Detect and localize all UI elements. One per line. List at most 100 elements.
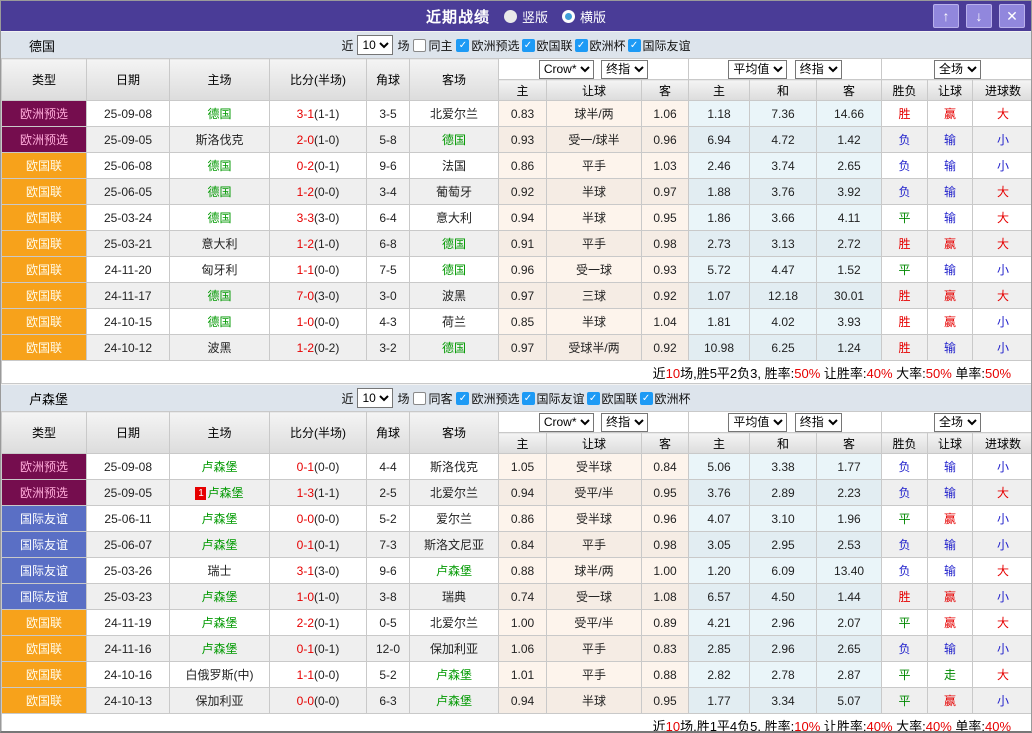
col-avg-draw: 2.89 (750, 480, 817, 506)
scope-select[interactable]: 全场 (934, 413, 981, 432)
move-up-button[interactable]: ↑ (933, 4, 959, 28)
recent-count-select[interactable]: 10 (357, 35, 393, 55)
avg-stage-select[interactable]: 终指 (795, 60, 842, 79)
col-home-team: 德国 (170, 153, 270, 179)
avg-select[interactable]: 平均值 (728, 60, 787, 79)
col-league: 欧国联 (2, 257, 87, 283)
summary-text: 场,胜5平2负3, 胜率: (680, 366, 794, 381)
league-filter-checkbox[interactable]: 欧国联 (522, 37, 573, 54)
recent-count-select[interactable]: 10 (357, 388, 393, 408)
close-button[interactable]: ✕ (999, 4, 1025, 28)
away-team-name: 葡萄牙 (436, 185, 472, 199)
col-odds-away: 0.95 (642, 480, 689, 506)
checkbox-checked-icon[interactable] (640, 392, 653, 405)
league-filter-checkbox[interactable]: 欧洲预选 (456, 37, 519, 54)
col-away-team: 卢森堡 (410, 662, 499, 688)
checkbox-checked-icon[interactable] (575, 39, 588, 52)
col-away-team: 德国 (410, 127, 499, 153)
league-filter-checkbox[interactable]: 欧洲杯 (575, 37, 626, 54)
same-venue-checkbox[interactable]: 同主 (413, 37, 452, 54)
col-score: 7-0(3-0) (270, 283, 367, 309)
col-home-team: 卢森堡 (170, 506, 270, 532)
halftime-score: (0-0) (314, 185, 339, 199)
avg-select-cell: 平均值 终指 (689, 412, 882, 433)
col-score: 1-2(0-2) (270, 335, 367, 361)
col-league: 欧国联 (2, 283, 87, 309)
col-avg-home: 6.57 (689, 584, 750, 610)
summary-text: 10 (666, 366, 680, 381)
header-avg-draw: 和 (750, 433, 817, 454)
league-filter-label: 欧洲预选 (471, 37, 519, 54)
league-filter-checkbox[interactable]: 国际友谊 (628, 37, 691, 54)
away-team-name: 卢森堡 (436, 564, 472, 578)
summary-text: 大率: (893, 719, 926, 733)
col-result: 负 (882, 480, 928, 506)
layout-radio-vertical[interactable]: 竖版 (504, 7, 548, 26)
avg-select[interactable]: 平均值 (728, 413, 787, 432)
checkbox-unchecked-icon[interactable] (413, 39, 426, 52)
fulltime-score: 1-2 (297, 341, 314, 355)
halftime-score: (0-1) (314, 159, 339, 173)
same-venue-checkbox[interactable]: 同客 (413, 390, 452, 407)
col-avg-away: 14.66 (817, 101, 882, 127)
bookmaker-select[interactable]: Crow* (539, 60, 594, 79)
section-luxembourg: 卢森堡 近 10 场 同客 欧洲预选国际友谊欧国联欧洲杯 (1, 384, 1031, 733)
col-odds-home: 1.05 (499, 454, 547, 480)
col-avg-draw: 4.02 (750, 309, 817, 335)
home-team-name: 德国 (207, 159, 231, 173)
col-goals-result: 小 (973, 688, 1032, 714)
col-score: 3-1(1-1) (270, 101, 367, 127)
checkbox-checked-icon[interactable] (456, 39, 469, 52)
away-team-name: 德国 (442, 341, 466, 355)
header-type: 类型 (2, 59, 87, 101)
checkbox-checked-icon[interactable] (456, 392, 469, 405)
checkbox-checked-icon[interactable] (587, 392, 600, 405)
col-date: 25-03-21 (87, 231, 170, 257)
odds-stage-select[interactable]: 终指 (601, 60, 648, 79)
col-home-team: 德国 (170, 309, 270, 335)
league-filter-label: 欧洲杯 (590, 37, 626, 54)
checkbox-checked-icon[interactable] (522, 392, 535, 405)
fulltime-score: 0-1 (297, 538, 314, 552)
halftime-score: (3-0) (314, 564, 339, 578)
col-handicap-result: 输 (928, 257, 973, 283)
col-home-team: 卢森堡 (170, 454, 270, 480)
col-result: 负 (882, 127, 928, 153)
arrow-down-icon: ↓ (976, 8, 983, 24)
col-odds-home: 0.97 (499, 335, 547, 361)
col-result: 平 (882, 688, 928, 714)
col-handicap-result: 输 (928, 636, 973, 662)
checkbox-unchecked-icon[interactable] (413, 392, 426, 405)
radio-ring-icon[interactable] (562, 10, 575, 23)
col-odds-home: 0.93 (499, 127, 547, 153)
league-filter-checkbox[interactable]: 国际友谊 (522, 390, 585, 407)
home-team-name: 保加利亚 (195, 694, 243, 708)
col-avg-draw: 3.66 (750, 205, 817, 231)
layout-radio-horizontal[interactable]: 横版 (562, 7, 606, 26)
col-avg-draw: 3.13 (750, 231, 817, 257)
odds-stage-select[interactable]: 终指 (601, 413, 648, 432)
col-league: 欧洲预选 (2, 454, 87, 480)
avg-stage-select[interactable]: 终指 (795, 413, 842, 432)
away-team-name: 爱尔兰 (436, 512, 472, 526)
radio-filled-icon[interactable] (504, 10, 517, 23)
bookmaker-select[interactable]: Crow* (539, 413, 594, 432)
col-avg-home: 1.81 (689, 309, 750, 335)
col-avg-draw: 4.50 (750, 584, 817, 610)
recent-prefix-label: 近 (341, 37, 353, 54)
halftime-score: (0-1) (314, 538, 339, 552)
away-team-name: 北爱尔兰 (430, 616, 478, 630)
col-handicap-result: 赢 (928, 688, 973, 714)
home-team-name: 卢森堡 (201, 460, 237, 474)
col-league: 欧国联 (2, 179, 87, 205)
move-down-button[interactable]: ↓ (966, 4, 992, 28)
checkbox-checked-icon[interactable] (628, 39, 641, 52)
league-filter-checkbox[interactable]: 欧洲杯 (640, 390, 691, 407)
checkbox-checked-icon[interactable] (522, 39, 535, 52)
summary-text: 40% (867, 719, 893, 733)
league-filter-checkbox[interactable]: 欧国联 (587, 390, 638, 407)
league-filter-checkbox[interactable]: 欧洲预选 (456, 390, 519, 407)
scope-select[interactable]: 全场 (934, 60, 981, 79)
col-home-team: 意大利 (170, 231, 270, 257)
col-avg-draw: 4.72 (750, 127, 817, 153)
